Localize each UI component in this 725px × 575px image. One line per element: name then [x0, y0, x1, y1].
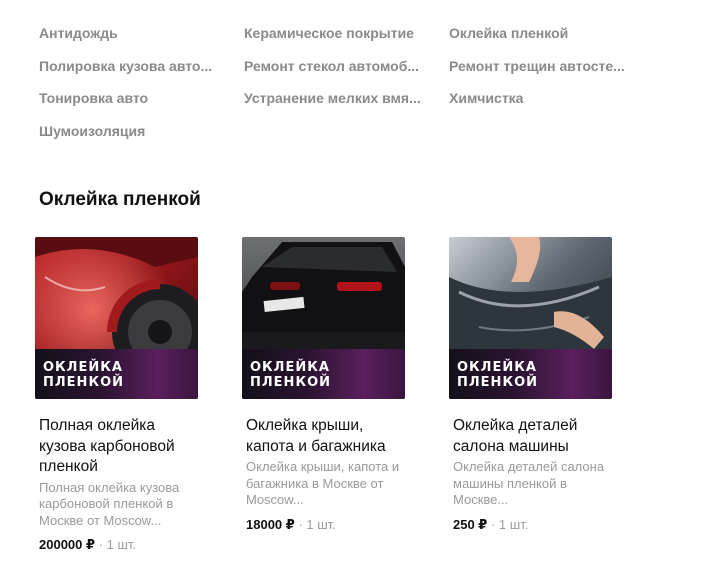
service-description: Оклейка деталей салона машины пленкой в … [453, 459, 605, 507]
image-banner-text: ОКЛЕЙКА ПЛЕНКОЙ [43, 360, 124, 390]
category-link-dent-removal[interactable]: Устранение мелких вмя... [244, 89, 424, 122]
service-description: Оклейка крыши, капота и багажника в Моск… [246, 459, 400, 507]
service-title[interactable]: Оклейка крыши, капота и багажника [242, 416, 405, 457]
service-image: ОКЛЕЙКА ПЛЕНКОЙ [35, 237, 198, 399]
image-banner-text: ОКЛЕЙКА ПЛЕНКОЙ [250, 360, 331, 390]
service-title[interactable]: Оклейка деталей салона машины [449, 416, 612, 457]
category-link-tinting[interactable]: Тонировка авто [39, 89, 219, 122]
price-amount: 250 ₽ [453, 516, 488, 532]
category-link-film[interactable]: Оклейка пленкой [449, 24, 629, 57]
service-card[interactable]: ОКЛЕЙКА ПЛЕНКОЙ Полная оклейка кузова ка… [35, 237, 198, 553]
service-title[interactable]: Полная оклейка кузова карбоновой пленкой [35, 416, 198, 478]
category-link-crack-repair[interactable]: Ремонт трещин автосте... [449, 57, 629, 90]
category-link-glass-repair[interactable]: Ремонт стекол автомоб... [244, 57, 424, 90]
category-link-ceramic[interactable]: Керамическое покрытие [244, 24, 424, 57]
category-link-soundproofing[interactable]: Шумоизоляция [39, 122, 219, 155]
section-title: Оклейка пленкой [39, 189, 201, 210]
service-cards: ОКЛЕЙКА ПЛЕНКОЙ Полная оклейка кузова ка… [35, 237, 612, 553]
price-unit: · 1 шт. [98, 537, 137, 552]
category-links: Антидождь Керамическое покрытие Оклейка … [39, 24, 654, 154]
service-card[interactable]: ОКЛЕЙКА ПЛЕНКОЙ Оклейка деталей салона м… [449, 237, 612, 553]
service-image: ОКЛЕЙКА ПЛЕНКОЙ [449, 237, 612, 399]
image-banner-text: ОКЛЕЙКА ПЛЕНКОЙ [457, 360, 538, 390]
service-card[interactable]: ОКЛЕЙКА ПЛЕНКОЙ Оклейка крыши, капота и … [242, 237, 405, 553]
service-price: 200000 ₽ · 1 шт. [35, 537, 198, 553]
price-unit: · 1 шт. [490, 516, 529, 532]
price-unit: · 1 шт. [298, 516, 336, 532]
service-description: Полная оклейка кузова карбоновой пленкой… [39, 479, 180, 528]
price-amount: 18000 ₽ [246, 516, 295, 532]
category-link-polishing[interactable]: Полировка кузова авто... [39, 57, 219, 90]
price-amount: 200000 ₽ [39, 537, 96, 552]
service-image: ОКЛЕЙКА ПЛЕНКОЙ [242, 237, 405, 399]
service-price: 250 ₽ · 1 шт. [449, 517, 612, 533]
category-link-dry-cleaning[interactable]: Химчистка [449, 89, 629, 122]
category-link-antirain[interactable]: Антидождь [39, 24, 219, 57]
service-price: 18000 ₽ · 1 шт. [242, 517, 405, 533]
